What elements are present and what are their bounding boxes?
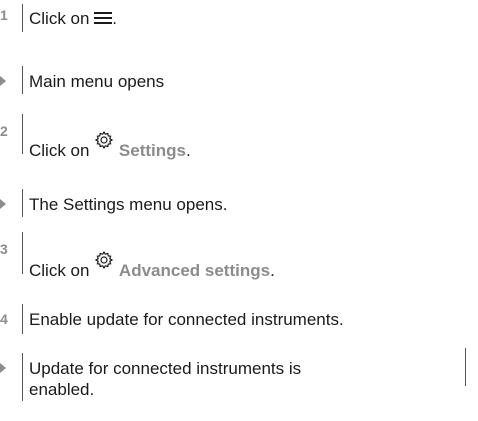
step-number-2: 2 [0, 123, 8, 139]
step-text: Click on Advanced settings. [23, 232, 275, 281]
result-text: The Settings menu opens. [29, 195, 228, 214]
result-1: Main menu opens [0, 66, 164, 94]
gear-icon [94, 250, 114, 275]
result-2: The Settings menu opens. [0, 189, 227, 217]
result-arrow-icon [0, 199, 6, 209]
side-rule [465, 348, 466, 386]
result-arrow-icon [0, 363, 6, 373]
result-arrow-icon [0, 76, 6, 86]
result-3: Update for connected instruments is enab… [0, 353, 359, 401]
step-number-4: 4 [0, 311, 8, 327]
hamburger-menu-icon [94, 9, 113, 30]
step-text: Click on Settings. [23, 114, 191, 161]
step-text: Enable update for connected instruments. [29, 310, 344, 329]
ui-term-settings: Settings [118, 141, 186, 160]
ui-term-advanced-settings: Advanced settings [118, 261, 271, 280]
step-text: Click on . [29, 9, 117, 30]
step-number-3: 3 [0, 241, 8, 257]
result-text: Update for connected instruments is enab… [29, 359, 302, 399]
step-number-1: 1 [0, 7, 8, 23]
step-3: 3 Click on Advanced settings. [0, 232, 275, 281]
gear-icon [94, 130, 114, 155]
step-1: 1 Click on . [0, 4, 117, 32]
step-4: 4 Enable update for connected instrument… [0, 304, 344, 334]
result-text: Main menu opens [29, 72, 165, 91]
step-2: 2 Click on Settings. [0, 114, 191, 161]
